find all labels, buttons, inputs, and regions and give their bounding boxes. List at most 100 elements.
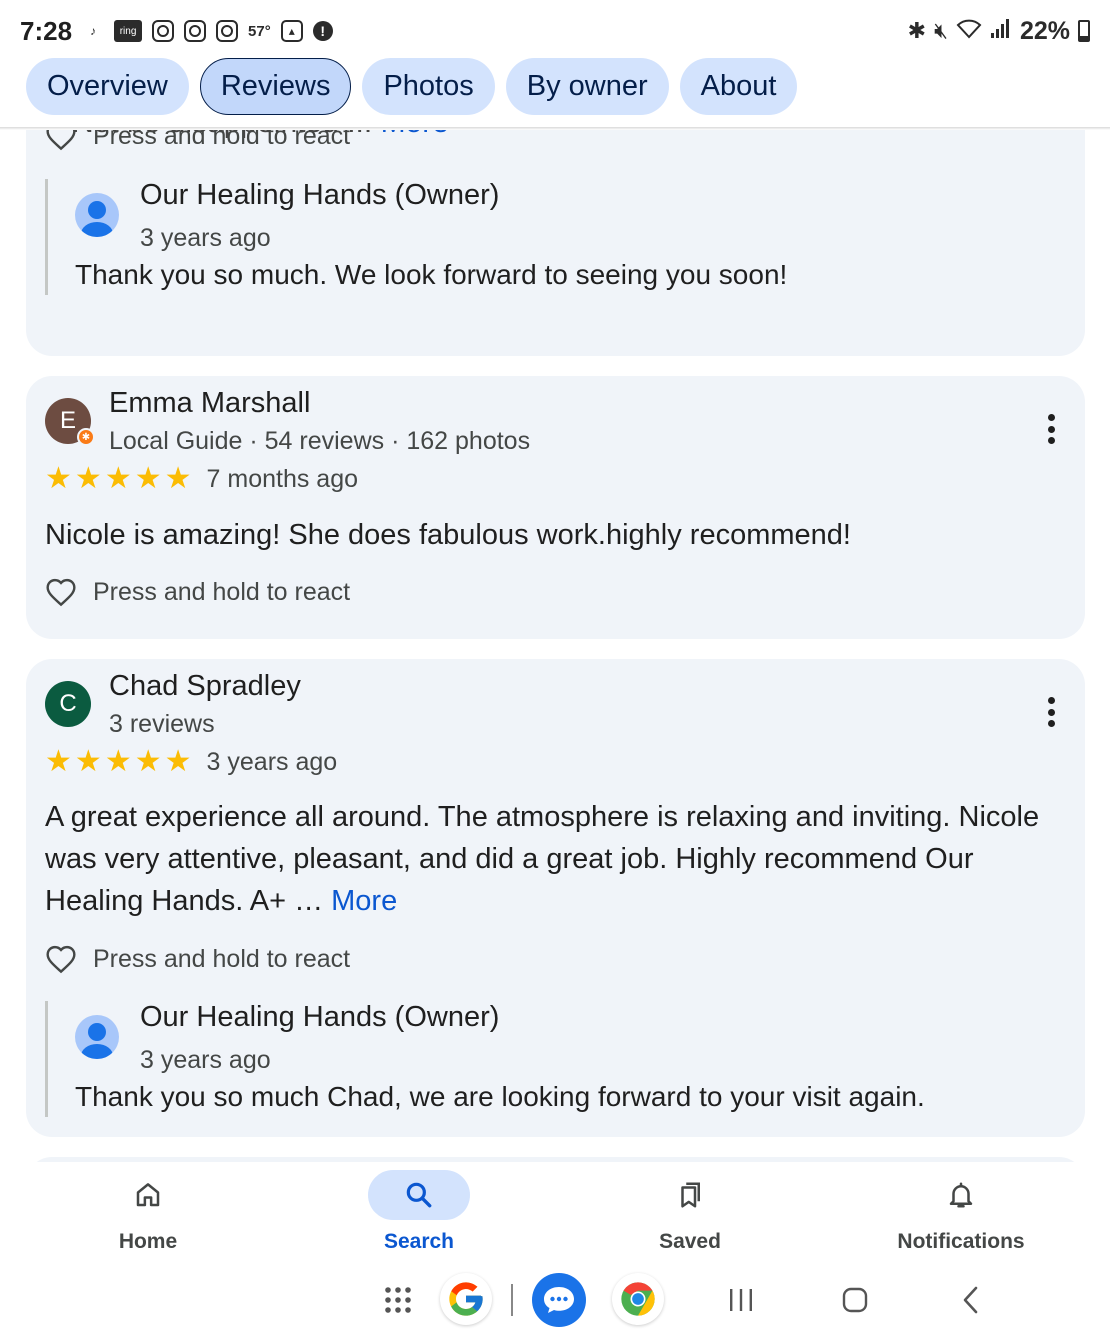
react-button[interactable]: Press and hold to react <box>45 944 350 974</box>
tab-about[interactable]: About <box>679 58 798 115</box>
reviews-list[interactable]: Not be disappointed ... More Press and h… <box>0 130 1110 1162</box>
nav-saved[interactable]: Saved <box>590 1170 790 1254</box>
star-rating: ★ ★ ★ ★ ★ 7 months ago <box>45 464 358 494</box>
more-options-icon[interactable] <box>1045 697 1057 727</box>
bookmark-icon <box>639 1170 741 1220</box>
tab-reviews[interactable]: Reviews <box>199 58 352 115</box>
review-card-partial: Not be disappointed ... More Press and h… <box>26 130 1085 356</box>
signal-icon <box>990 17 1012 45</box>
tab-by-owner[interactable]: By owner <box>505 58 669 115</box>
ring-icon: ring <box>114 20 143 42</box>
star-icon: ★ <box>45 745 72 778</box>
more-link[interactable]: More <box>381 130 449 139</box>
reviewer-name[interactable]: Emma Marshall <box>109 387 310 420</box>
status-right: ✱ 🔇︎ 22% <box>908 17 1090 46</box>
more-options-icon[interactable] <box>1045 414 1057 444</box>
react-button[interactable]: Press and hold to react <box>45 577 350 607</box>
tab-overview[interactable]: Overview <box>26 58 189 115</box>
gallery-icon: ▴ <box>280 20 303 42</box>
back-button[interactable] <box>948 1273 994 1327</box>
review-card: C Chad Spradley 3 reviews ★ ★ ★ ★ ★ 3 ye… <box>26 659 1085 1137</box>
instagram-icon <box>152 20 175 42</box>
star-icon: ★ <box>45 462 72 495</box>
react-label: Press and hold to react <box>93 577 351 606</box>
review-time: 7 months ago <box>206 464 359 493</box>
star-icon: ★ <box>74 745 102 778</box>
owner-name: Our Healing Hands (Owner) <box>140 179 500 211</box>
search-icon <box>368 1170 470 1220</box>
system-navigation-bar <box>0 1267 1110 1333</box>
react-button[interactable]: Press and hold to react <box>45 130 350 151</box>
tab-photos[interactable]: Photos <box>362 58 495 115</box>
reviewer-meta: 3 reviews <box>109 710 215 738</box>
owner-reply: Our Healing Hands (Owner) 3 years ago Th… <box>45 179 1045 295</box>
heart-icon <box>46 578 76 607</box>
owner-reply-text: Thank you so much. We look forward to se… <box>75 259 788 290</box>
nav-notifications[interactable]: Notifications <box>861 1170 1061 1254</box>
reviewer-meta: Local Guide · 54 reviews · 162 photos <box>109 427 531 455</box>
status-left: 7:28 ♪ ring 57° ▴ ! <box>20 16 333 47</box>
owner-avatar <box>75 1015 119 1059</box>
react-label: Press and hold to react <box>93 944 351 973</box>
more-link[interactable]: More <box>331 885 397 917</box>
owner-avatar <box>75 193 119 237</box>
battery-percent: 22% <box>1019 16 1070 45</box>
wifi-icon <box>956 17 982 45</box>
status-time: 7:28 <box>20 15 73 46</box>
avatar[interactable]: E ✱ <box>45 398 95 446</box>
recents-button[interactable] <box>718 1273 764 1327</box>
nav-search[interactable]: Search <box>319 1170 519 1254</box>
mute-icon: 🔇︎ <box>934 18 948 43</box>
star-icon: ★ <box>134 745 162 778</box>
star-icon: ★ <box>74 462 102 495</box>
heart-icon <box>46 130 76 151</box>
react-label: Press and hold to react <box>93 130 351 150</box>
avatar[interactable]: C <box>45 681 91 727</box>
google-icon[interactable] <box>440 1273 492 1325</box>
home-icon <box>97 1170 199 1220</box>
alert-icon: ! <box>312 21 333 41</box>
star-icon: ★ <box>104 462 132 495</box>
owner-reply: Our Healing Hands (Owner) 3 years ago Th… <box>45 1001 1045 1117</box>
battery-icon <box>1078 20 1090 42</box>
owner-name: Our Healing Hands (Owner) <box>140 1001 500 1033</box>
nav-home-label: Home <box>118 1230 178 1253</box>
review-text-line: Healing Hands. A+ … <box>45 885 332 917</box>
home-button[interactable] <box>832 1273 878 1327</box>
reviewer-name[interactable]: Chad Spradley <box>109 670 301 703</box>
nav-notifications-label: Notifications <box>897 1230 1025 1253</box>
local-guide-badge-icon: ✱ <box>77 428 95 446</box>
star-icon: ★ <box>164 745 192 778</box>
owner-reply-text: Thank you so much Chad, we are looking f… <box>75 1081 925 1112</box>
heart-icon <box>46 945 76 974</box>
review-text: Nicole is amazing! She does fabulous wor… <box>45 519 851 551</box>
review-time: 3 years ago <box>206 747 338 776</box>
star-icon: ★ <box>134 462 162 495</box>
app-drawer-icon[interactable] <box>378 1273 418 1327</box>
nav-saved-label: Saved <box>659 1230 721 1253</box>
instagram-icon <box>216 20 239 42</box>
owner-reply-time: 3 years ago <box>140 1046 271 1074</box>
tab-bar: Overview Reviews Photos By owner About <box>26 58 798 115</box>
star-icon: ★ <box>104 745 132 778</box>
star-rating: ★ ★ ★ ★ ★ 3 years ago <box>45 747 337 777</box>
bluetooth-icon: ✱ <box>907 18 927 43</box>
review-text-line: A great experience all around. The atmos… <box>45 801 1040 833</box>
messages-icon[interactable] <box>532 1273 586 1327</box>
status-bar: 7:28 ♪ ring 57° ▴ ! ✱ 🔇︎ 22% <box>0 0 1110 62</box>
instagram-icon <box>184 20 207 42</box>
review-text: A great experience all around. The atmos… <box>45 796 1039 922</box>
star-icon: ★ <box>164 462 192 495</box>
tiktok-icon: ♪ <box>90 24 97 38</box>
review-text-line: was very attentive, pleasant, and did a … <box>45 843 974 875</box>
bell-icon <box>910 1170 1012 1220</box>
owner-reply-time: 3 years ago <box>140 224 271 252</box>
divider <box>510 1273 514 1327</box>
weather-temperature: 57° <box>248 22 271 40</box>
chrome-icon[interactable] <box>612 1273 664 1325</box>
review-card: E ✱ Emma Marshall Local Guide · 54 revie… <box>26 376 1085 639</box>
divider <box>0 127 1110 130</box>
nav-home[interactable]: Home <box>48 1170 248 1254</box>
bottom-navigation: Home Search Saved Notifications <box>0 1162 1110 1267</box>
nav-search-label: Search <box>383 1230 455 1253</box>
